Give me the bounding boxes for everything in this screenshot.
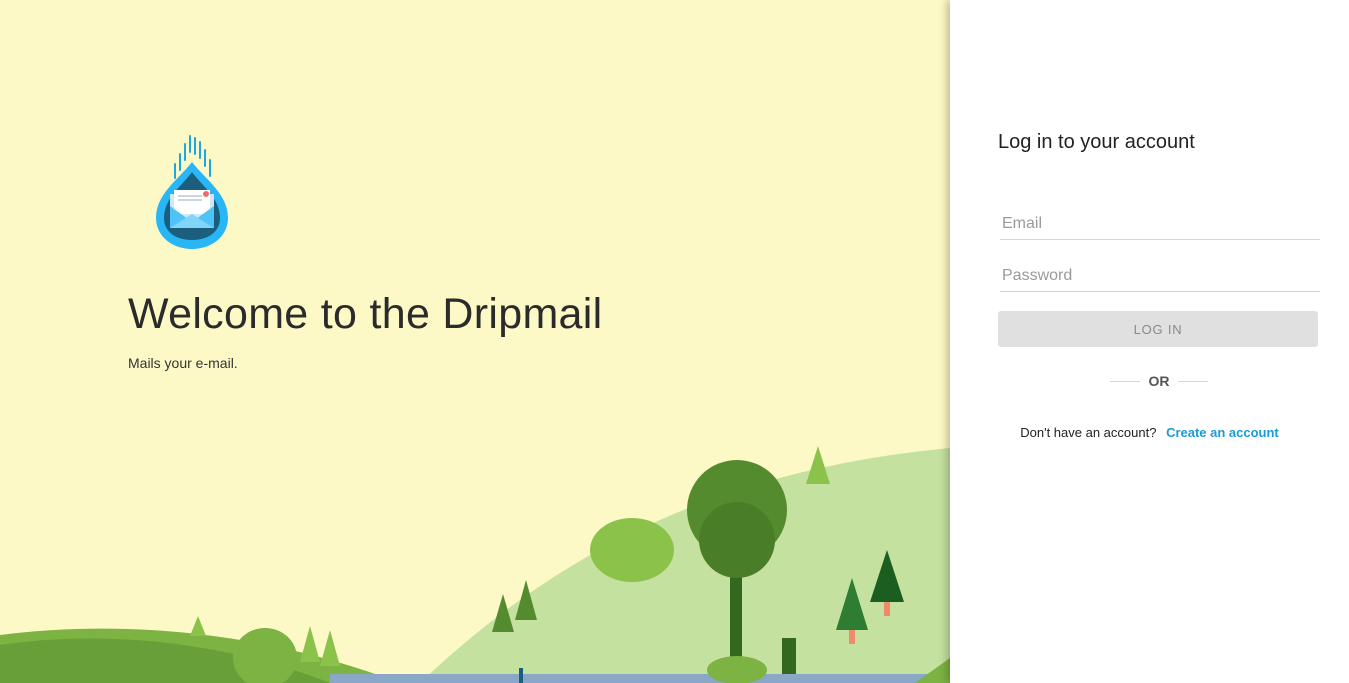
email-field[interactable] (1000, 209, 1320, 240)
welcome-panel: Welcome to the Dripmail Mails your e-mai… (0, 0, 950, 683)
create-account-link[interactable]: Create an account (1166, 425, 1279, 440)
signup-prompt: Don't have an account? (1020, 425, 1157, 440)
login-title: Log in to your account (998, 131, 1195, 153)
dripmail-logo-icon (156, 135, 228, 249)
signup-row: Don't have an account? Create an account (950, 425, 1349, 440)
tagline: Mails your e-mail. (128, 355, 238, 371)
password-field[interactable] (1000, 261, 1320, 292)
login-panel: Log in to your account LOG IN OR Don't h… (950, 0, 1349, 683)
welcome-title: Welcome to the Dripmail (128, 290, 603, 338)
login-button[interactable]: LOG IN (998, 311, 1318, 347)
landscape-illustration (0, 446, 950, 683)
or-divider: OR (1110, 372, 1208, 390)
divider-line-right (1178, 381, 1208, 382)
